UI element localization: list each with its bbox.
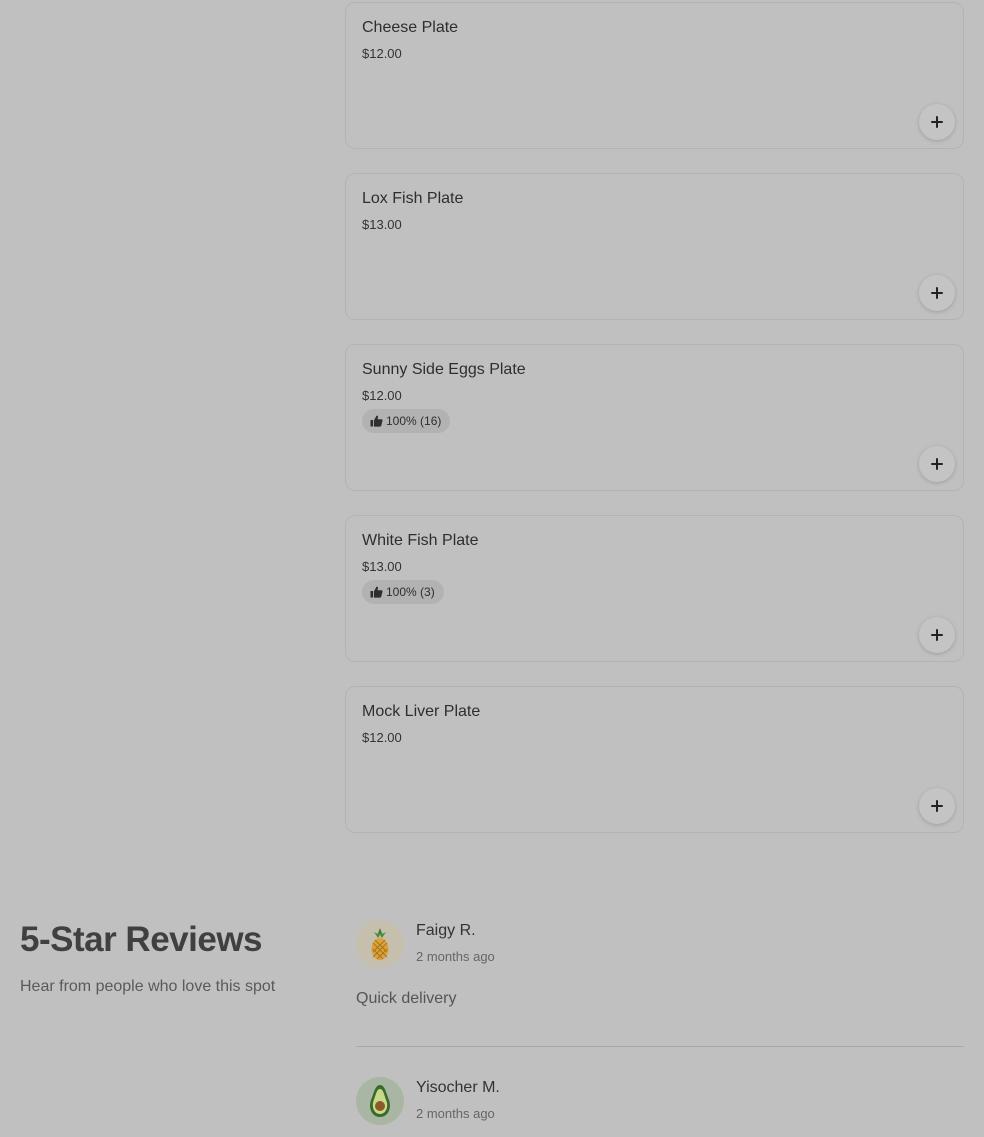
avatar [356,920,404,968]
rating-text: 100% (3) [386,585,435,599]
add-to-cart-button[interactable] [919,617,955,653]
menu-item-price: $12.00 [362,388,402,403]
pineapple-icon [371,928,389,960]
menu-item-price: $13.00 [362,217,402,232]
menu-item-name: Lox Fish Plate [362,190,464,207]
menu-item-price: $12.00 [362,46,402,61]
menu-item-name: Cheese Plate [362,19,459,36]
reviews-section-subtitle: Hear from people who love this spot [20,978,276,995]
avatar [356,1077,404,1125]
add-to-cart-button[interactable] [919,275,955,311]
review-item: Yisocher M. 2 months ago [356,1077,964,1137]
menu-item-name: Mock Liver Plate [362,703,481,720]
menu-item-price: $12.00 [362,730,402,745]
menu-item-card[interactable]: Lox Fish Plate $13.00 [345,173,964,320]
menu-item-name: Sunny Side Eggs Plate [362,361,526,378]
thumbs-up-icon [370,415,383,427]
menu-item-card[interactable]: Mock Liver Plate $12.00 [345,686,964,833]
plus-icon [931,458,943,470]
plus-icon [931,800,943,812]
review-item: Faigy R. 2 months ago Quick delivery [356,920,964,1047]
menu-item-card[interactable]: White Fish Plate $13.00 100% (3) [345,515,964,662]
menu-item-card[interactable]: Sunny Side Eggs Plate $12.00 100% (16) [345,344,964,491]
review-date: 2 months ago [416,949,495,964]
add-to-cart-button[interactable] [919,446,955,482]
rating-text: 100% (16) [386,414,442,428]
plus-icon [931,629,943,641]
rating-badge: 100% (3) [362,580,444,604]
plus-icon [931,287,943,299]
menu-item-list: Cheese Plate $12.00 Lox Fish Plate $13.0… [345,2,964,857]
menu-item-name: White Fish Plate [362,532,479,549]
rating-badge: 100% (16) [362,409,451,433]
review-date: 2 months ago [416,1106,495,1121]
plus-icon [931,116,943,128]
menu-item-card[interactable]: Cheese Plate $12.00 [345,2,964,149]
add-to-cart-button[interactable] [919,104,955,140]
thumbs-up-icon [370,586,383,598]
avocado-icon [370,1085,390,1117]
reviewer-name: Yisocher M. [416,1079,500,1096]
review-text: Quick delivery [356,990,457,1007]
reviews-section-title: 5-Star Reviews [20,920,263,959]
reviewer-name: Faigy R. [416,922,476,939]
menu-item-price: $13.00 [362,559,402,574]
add-to-cart-button[interactable] [919,788,955,824]
